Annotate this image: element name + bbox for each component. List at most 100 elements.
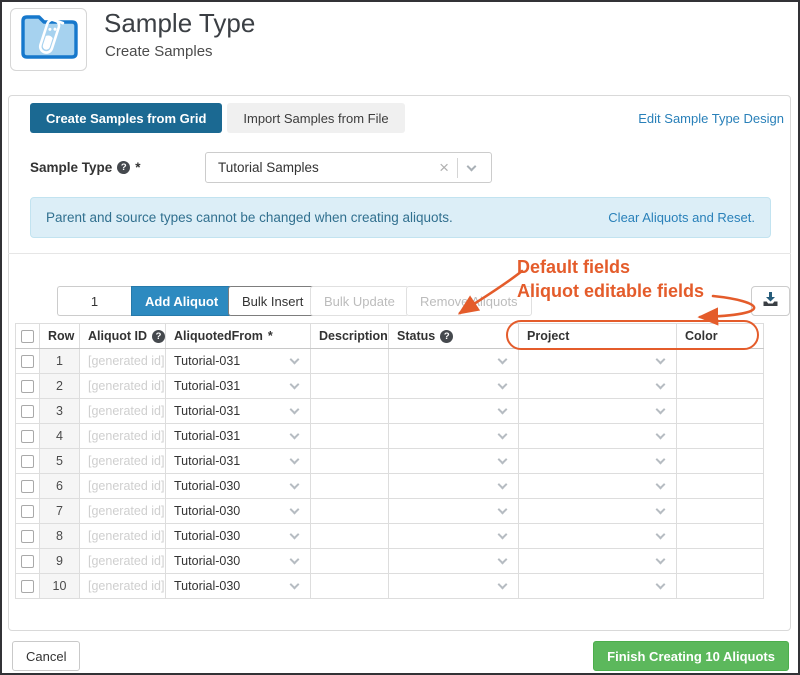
aliquoted-from-select[interactable]: Tutorial-030 [166,499,311,524]
project-select[interactable] [519,424,677,449]
aliquoted-from-select[interactable]: Tutorial-030 [166,549,311,574]
status-header-text: Status [397,329,435,343]
aliquoted-from-select[interactable]: Tutorial-030 [166,474,311,499]
chevron-down-icon [656,355,666,365]
required-asterisk: * [268,329,273,343]
chevron-down-icon[interactable] [467,161,477,171]
aliquoted-from-select[interactable]: Tutorial-031 [166,349,311,374]
color-cell[interactable] [677,574,764,599]
status-select[interactable] [389,524,519,549]
row-number: 8 [40,524,80,549]
aliquoted-from-value: Tutorial-031 [174,454,291,468]
status-select[interactable] [389,474,519,499]
edit-sample-type-design-link[interactable]: Edit Sample Type Design [638,111,784,126]
description-cell[interactable] [311,349,389,374]
row-checkbox[interactable] [21,480,34,493]
description-cell[interactable] [311,399,389,424]
row-checkbox[interactable] [21,405,34,418]
bulk-update-button[interactable]: Bulk Update [310,286,409,316]
color-cell[interactable] [677,349,764,374]
project-select[interactable] [519,349,677,374]
tab-import-from-file[interactable]: Import Samples from File [227,103,404,133]
project-select[interactable] [519,574,677,599]
status-select[interactable] [389,374,519,399]
sample-type-select[interactable]: Tutorial Samples × [205,152,492,183]
color-cell[interactable] [677,474,764,499]
clear-aliquots-reset-link[interactable]: Clear Aliquots and Reset. [608,210,755,225]
aliquot-id-cell: [generated id] [80,449,166,474]
status-select[interactable] [389,499,519,524]
project-select[interactable] [519,549,677,574]
color-cell[interactable] [677,499,764,524]
project-select[interactable] [519,499,677,524]
description-cell[interactable] [311,524,389,549]
chevron-down-icon [498,405,508,415]
create-samples-page: Sample Type Create Samples Create Sample… [0,0,800,675]
row-checkbox[interactable] [21,530,34,543]
status-select[interactable] [389,574,519,599]
project-select[interactable] [519,524,677,549]
description-cell[interactable] [311,374,389,399]
project-select[interactable] [519,474,677,499]
aliquoted-from-select[interactable]: Tutorial-031 [166,374,311,399]
column-header-status: Status? [389,324,519,349]
status-select[interactable] [389,424,519,449]
description-cell[interactable] [311,424,389,449]
row-number: 6 [40,474,80,499]
project-select[interactable] [519,374,677,399]
aliquot-grid: Row Aliquot ID? AliquotedFrom* Descripti… [15,323,764,599]
status-select[interactable] [389,349,519,374]
tab-bar: Create Samples from Grid Import Samples … [30,103,405,133]
row-checkbox[interactable] [21,555,34,568]
status-select[interactable] [389,449,519,474]
row-checkbox[interactable] [21,355,34,368]
color-cell[interactable] [677,374,764,399]
tab-create-from-grid[interactable]: Create Samples from Grid [30,103,222,133]
status-select[interactable] [389,549,519,574]
aliquoted-from-value: Tutorial-030 [174,529,291,543]
grid-row: 3 [generated id] Tutorial-031 [16,399,764,424]
description-cell[interactable] [311,474,389,499]
color-cell[interactable] [677,449,764,474]
description-cell[interactable] [311,549,389,574]
aliquoted-from-value: Tutorial-030 [174,479,291,493]
row-checkbox[interactable] [21,380,34,393]
export-button[interactable] [751,286,790,316]
add-aliquot-button[interactable]: Add Aliquot [131,286,232,316]
row-checkbox[interactable] [21,580,34,593]
description-cell[interactable] [311,449,389,474]
chevron-down-icon [656,455,666,465]
help-icon[interactable]: ? [440,330,453,343]
aliquoted-from-select[interactable]: Tutorial-030 [166,574,311,599]
aliquoted-from-select[interactable]: Tutorial-031 [166,449,311,474]
aliquot-id-cell: [generated id] [80,374,166,399]
clear-x-icon[interactable]: × [431,159,457,176]
bulk-insert-button[interactable]: Bulk Insert [228,286,317,316]
color-cell[interactable] [677,524,764,549]
color-cell[interactable] [677,399,764,424]
row-checkbox[interactable] [21,455,34,468]
description-cell[interactable] [311,499,389,524]
row-number: 4 [40,424,80,449]
help-icon[interactable]: ? [117,161,130,174]
description-cell[interactable] [311,574,389,599]
aliquoted-from-select[interactable]: Tutorial-031 [166,399,311,424]
project-select[interactable] [519,399,677,424]
aliquot-id-header-text: Aliquot ID [88,329,147,343]
aliquoted-from-select[interactable]: Tutorial-030 [166,524,311,549]
row-checkbox[interactable] [21,430,34,443]
remove-aliquots-button[interactable]: Remove Aliquots [406,286,532,316]
row-checkbox[interactable] [21,505,34,518]
cancel-button[interactable]: Cancel [12,641,80,671]
color-cell[interactable] [677,424,764,449]
status-select[interactable] [389,399,519,424]
select-all-checkbox[interactable] [21,330,34,343]
aliquoted-from-value: Tutorial-031 [174,379,291,393]
help-icon[interactable]: ? [152,330,165,343]
finish-creating-aliquots-button[interactable]: Finish Creating 10 Aliquots [593,641,789,671]
aliquoted-from-select[interactable]: Tutorial-031 [166,424,311,449]
aliquot-count-input[interactable] [57,286,131,316]
color-cell[interactable] [677,549,764,574]
aliquot-id-cell: [generated id] [80,349,166,374]
project-select[interactable] [519,449,677,474]
